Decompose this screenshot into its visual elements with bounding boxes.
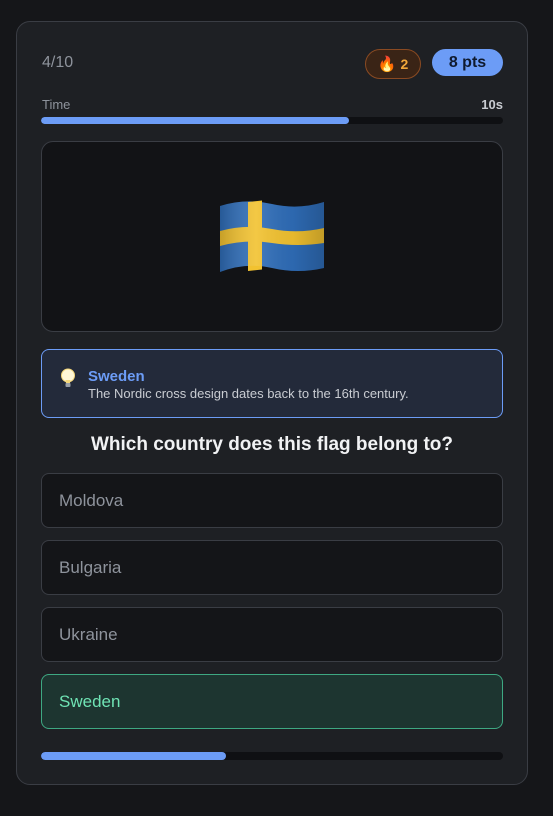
question-counter: 4/10	[42, 54, 74, 71]
quiz-progress-bar	[41, 752, 503, 760]
option-moldova[interactable]: Moldova	[41, 473, 503, 528]
quiz-progress-fill	[41, 752, 226, 760]
lightbulb-icon	[61, 368, 75, 387]
points-badge: 8 pts	[432, 49, 503, 76]
question-text: Which country does this flag belong to?	[90, 434, 454, 455]
time-progress-bar	[41, 117, 503, 124]
sweden-flag-icon	[220, 200, 324, 272]
hint-text: The Nordic cross design dates back to th…	[88, 386, 409, 401]
option-bulgaria[interactable]: Bulgaria	[41, 540, 503, 595]
option-sweden[interactable]: Sweden	[41, 674, 503, 729]
time-value: 10s	[481, 97, 503, 112]
hint-title: Sweden	[88, 368, 145, 385]
quiz-card: 4/10 🔥 2 8 pts Time 10s Sweden The Nordi…	[16, 21, 528, 785]
flag-display	[41, 141, 503, 332]
time-label: Time	[42, 97, 71, 112]
streak-badge: 🔥 2	[365, 49, 421, 79]
hint-panel: Sweden The Nordic cross design dates bac…	[41, 349, 503, 418]
time-progress-fill	[41, 117, 350, 124]
fire-icon: 🔥	[377, 54, 397, 73]
option-ukraine[interactable]: Ukraine	[41, 607, 503, 662]
streak-count: 2	[400, 56, 409, 72]
